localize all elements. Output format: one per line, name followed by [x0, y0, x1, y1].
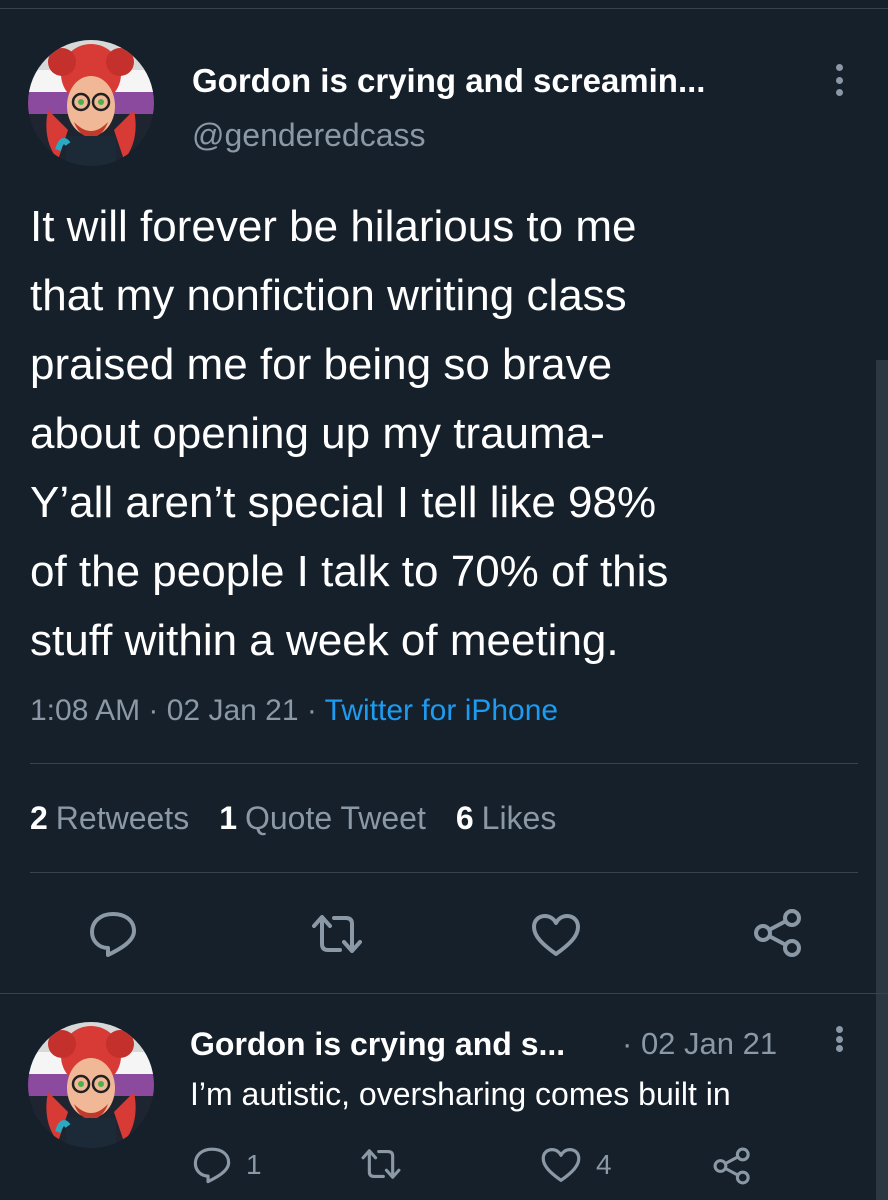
- reply-avatar[interactable]: [28, 1022, 154, 1148]
- reply-like-button[interactable]: 4: [540, 1146, 612, 1184]
- divider: [30, 763, 858, 764]
- reply-text: I’m autistic, oversharing comes built in: [190, 1076, 731, 1112]
- heart-icon: [541, 1148, 581, 1182]
- dot-icon: [835, 89, 843, 96]
- share-icon: [713, 1147, 750, 1185]
- quotes-count: 1: [219, 800, 237, 836]
- reply-date[interactable]: · 02 Jan 21: [622, 1026, 777, 1062]
- retweets-count: 2: [30, 800, 48, 836]
- reply-display-name[interactable]: Gordon is crying and s...: [190, 1026, 565, 1063]
- avatar[interactable]: [28, 40, 154, 166]
- share-button[interactable]: [752, 908, 804, 958]
- reply-retweet-button[interactable]: [360, 1146, 416, 1182]
- dot-icon: [835, 1026, 843, 1033]
- dot-icon: [835, 1035, 843, 1043]
- avatar-image: [28, 40, 154, 166]
- like-button[interactable]: [530, 912, 582, 958]
- reply-icon: [193, 1147, 231, 1184]
- meta-separator: ·: [148, 694, 167, 727]
- like-count: 4: [596, 1149, 612, 1180]
- meta-separator: ·: [306, 694, 325, 727]
- reply-date-text: 02 Jan 21: [640, 1026, 778, 1061]
- more-options-button[interactable]: [824, 60, 854, 100]
- reply-reply-button[interactable]: 1: [192, 1146, 262, 1184]
- dot-icon: [835, 1045, 843, 1052]
- reply-more-options-button[interactable]: [824, 1022, 854, 1056]
- retweets-label: Retweets: [55, 800, 190, 836]
- retweet-icon: [312, 915, 362, 953]
- retweets-stat[interactable]: 2 Retweets: [30, 800, 189, 837]
- user-handle[interactable]: @genderedcass: [192, 117, 426, 154]
- display-name[interactable]: Gordon is crying and screamin...: [192, 62, 705, 100]
- retweet-icon: [361, 1149, 401, 1179]
- dot-icon: [835, 64, 843, 71]
- tweet-source-link[interactable]: Twitter for iPhone: [325, 694, 558, 727]
- reply-icon: [90, 912, 136, 957]
- scrollbar[interactable]: [876, 360, 888, 1200]
- divider: [30, 872, 858, 873]
- share-icon: [754, 909, 801, 957]
- likes-stat[interactable]: 6 Likes: [456, 800, 557, 837]
- reply-count: 1: [246, 1149, 262, 1180]
- reply-button[interactable]: [88, 910, 138, 958]
- heart-icon: [532, 914, 580, 956]
- tweet-meta: 1:08 AM · 02 Jan 21 · Twitter for iPhone: [30, 694, 558, 728]
- likes-count: 6: [455, 800, 474, 836]
- dot-icon: [835, 76, 843, 84]
- tweet-date[interactable]: 02 Jan 21: [167, 694, 299, 727]
- reply-share-button[interactable]: [712, 1146, 752, 1186]
- tweet-time[interactable]: 1:08 AM: [30, 694, 140, 727]
- tweet-text: It will forever be hilarious to me that …: [30, 202, 669, 665]
- thread-divider: [0, 993, 888, 994]
- avatar-image: [28, 1022, 154, 1148]
- retweet-button[interactable]: [310, 912, 364, 956]
- tweet-detail-page: Gordon is crying and screamin... @gender…: [0, 0, 888, 1200]
- quotes-label: Quote Tweet: [244, 800, 426, 836]
- likes-label: Likes: [481, 800, 557, 836]
- top-divider: [0, 8, 888, 9]
- quotes-stat[interactable]: 1 Quote Tweet: [219, 800, 426, 837]
- tweet-stats: 2 Retweets 1 Quote Tweet 6 Likes: [30, 800, 556, 837]
